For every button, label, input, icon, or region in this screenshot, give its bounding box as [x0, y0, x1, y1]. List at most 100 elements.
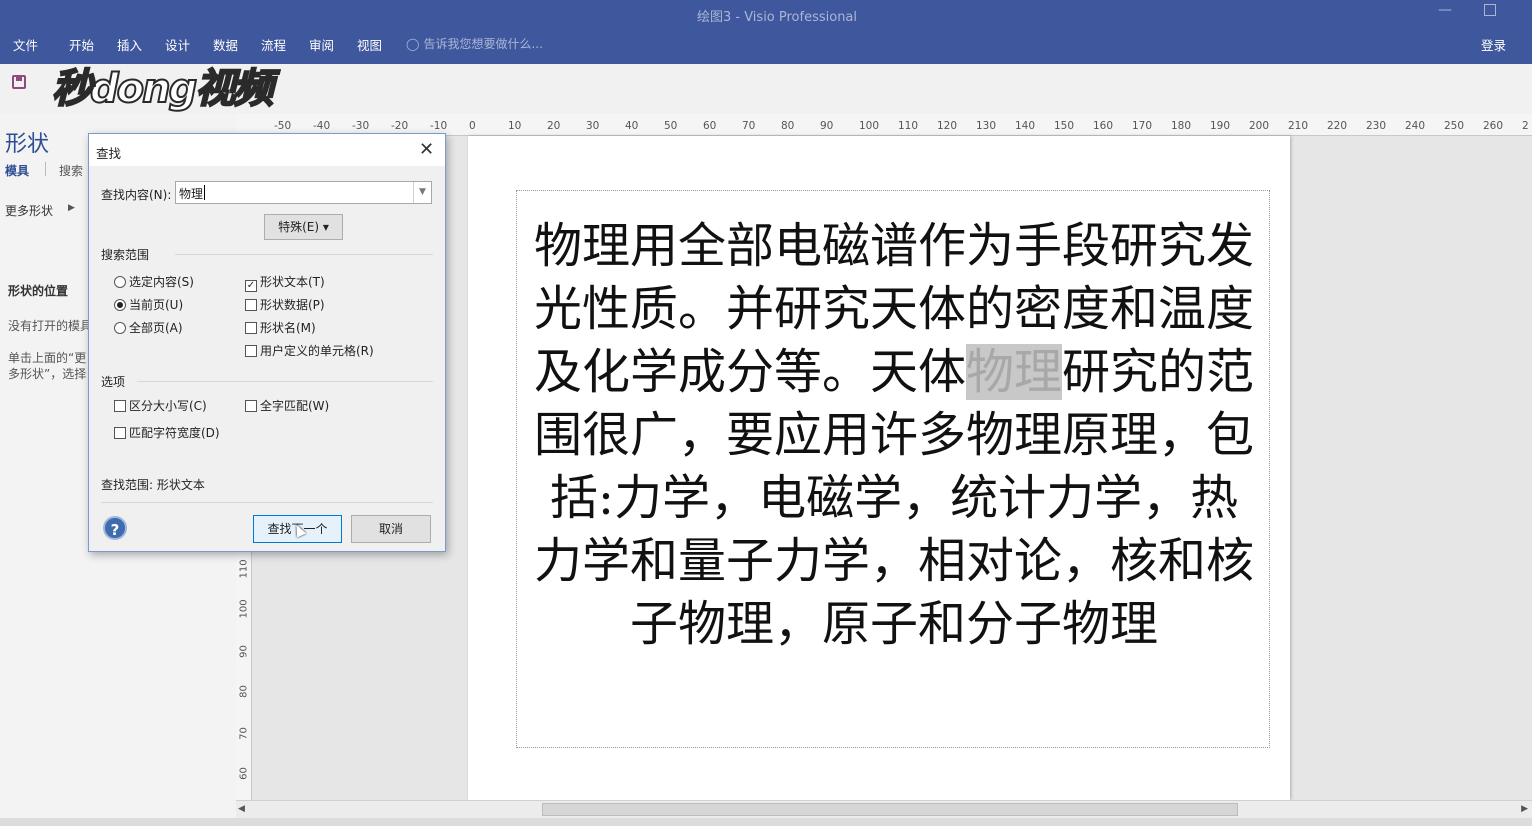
shape-text-checkbox[interactable]: ✓ 形状文本(T)	[245, 273, 325, 292]
checkbox-icon	[245, 400, 257, 412]
find-what-label: 查找内容(N):	[101, 188, 172, 202]
checkbox-label: 区分大小写(C)	[129, 399, 207, 413]
status-bar	[0, 818, 1532, 826]
ruler-label: -50	[274, 120, 292, 132]
ruler-label: 210	[1288, 120, 1309, 132]
radio-selected-icon	[114, 299, 126, 311]
scope-current-page-radio[interactable]: 当前页(U)	[114, 296, 183, 313]
section-divider	[101, 502, 433, 503]
ruler-label: 160	[1093, 120, 1114, 132]
scrollbar-thumb[interactable]	[542, 803, 1238, 816]
shape-text[interactable]: 物理用全部电磁谱作为手段研究发光性质。并研究天体的密度和温度及化学成分等。天体物…	[531, 215, 1257, 656]
close-icon[interactable]: ✕	[419, 139, 434, 160]
ruler-label: -30	[352, 120, 370, 132]
ruler-label: 70	[238, 727, 250, 740]
find-dialog: 查找 ✕ 查找内容(N): 物理 ▼ 特殊(E) ▾ 搜索范围 选定内容(S) …	[88, 133, 446, 552]
ruler-label: 60	[238, 767, 250, 780]
ruler-label: 70	[742, 120, 756, 132]
ruler-label: 110	[898, 120, 919, 132]
save-icon[interactable]	[12, 75, 26, 89]
ruler-label: 120	[937, 120, 958, 132]
ruler-label: 170	[1132, 120, 1153, 132]
match-case-checkbox[interactable]: 区分大小写(C)	[114, 397, 207, 414]
checkbox-label: 形状数据(P)	[260, 298, 325, 312]
ruler-label: 190	[1210, 120, 1231, 132]
radio-icon	[114, 322, 126, 334]
shapes-location-header: 形状的位置	[8, 284, 69, 298]
login-link[interactable]: 登录	[1481, 35, 1506, 54]
ruler-label: 60	[703, 120, 717, 132]
ruler-label: 140	[1015, 120, 1036, 132]
help-icon[interactable]: ?	[103, 516, 127, 540]
checkbox-label: 匹配字符宽度(D)	[129, 426, 220, 440]
checkbox-label: 全字匹配(W)	[260, 399, 330, 413]
chevron-right-icon: ▶	[68, 203, 75, 213]
ruler-label: 100	[238, 599, 250, 619]
tab-home[interactable]: 开始	[69, 35, 94, 54]
watermark-logo: 秒dong视频	[51, 65, 274, 113]
checkbox-label: 形状文本(T)	[260, 275, 325, 289]
chevron-down-icon[interactable]: ▼	[413, 182, 431, 203]
ruler-label: 50	[664, 120, 678, 132]
ruler-label: 220	[1327, 120, 1348, 132]
drawing-page[interactable]: 物理用全部电磁谱作为手段研究发光性质。并研究天体的密度和温度及化学成分等。天体物…	[468, 136, 1290, 800]
ruler-label: -10	[430, 120, 448, 132]
text-caret	[204, 185, 205, 200]
ruler-label: -20	[391, 120, 409, 132]
ruler-label: 100	[859, 120, 880, 132]
tab-insert[interactable]: 插入	[117, 35, 142, 54]
more-shapes-menu[interactable]: 更多形状	[5, 202, 53, 219]
scroll-left-icon[interactable]: ◀	[238, 804, 245, 814]
stencil-hint-text: 单击上面的“更多形状”，选择一个类别并打开模具	[8, 351, 87, 381]
search-scope-summary: 查找范围: 形状文本	[101, 478, 205, 492]
restore-button[interactable]	[1484, 4, 1496, 16]
tab-divider	[45, 162, 46, 176]
checkbox-icon	[245, 322, 257, 334]
scope-all-pages-radio[interactable]: 全部页(A)	[114, 319, 183, 336]
special-button[interactable]: 特殊(E) ▾	[264, 214, 343, 240]
radio-label: 全部页(A)	[129, 321, 183, 335]
ruler-label: 90	[820, 120, 834, 132]
shapes-pane-title: 形状	[5, 132, 50, 157]
scope-selection-radio[interactable]: 选定内容(S)	[114, 273, 194, 290]
cancel-button[interactable]: 取消	[351, 515, 431, 543]
ruler-label: 20	[547, 120, 561, 132]
scroll-right-icon[interactable]: ▶	[1521, 804, 1528, 814]
ruler-label: 240	[1405, 120, 1426, 132]
title-bar: 绘图3 - Visio Professional — 文件 开始 插入 设计 数…	[0, 0, 1532, 64]
match-width-checkbox[interactable]: 匹配字符宽度(D)	[114, 424, 220, 441]
tab-file[interactable]: 文件	[13, 35, 38, 54]
checkbox-label: 用户定义的单元格(R)	[260, 344, 374, 358]
ruler-label: 180	[1171, 120, 1192, 132]
window-title: 绘图3 - Visio Professional	[696, 10, 858, 25]
tell-me-box[interactable]: ◯ 告诉我您想要做什么...	[406, 35, 543, 52]
checkmark-icon: ✓	[245, 280, 257, 292]
ruler-label: 130	[976, 120, 997, 132]
tab-data[interactable]: 数据	[213, 35, 238, 54]
horizontal-scrollbar[interactable]: ◀ ▶	[236, 800, 1532, 818]
section-divider	[137, 381, 433, 382]
find-what-input[interactable]: 物理 ▼	[175, 181, 432, 204]
tab-stencils[interactable]: 模具	[5, 162, 29, 179]
user-cells-checkbox[interactable]: 用户定义的单元格(R)	[245, 342, 374, 359]
dialog-title: 查找	[96, 146, 122, 161]
tab-review[interactable]: 审阅	[309, 35, 334, 54]
shape-data-checkbox[interactable]: 形状数据(P)	[245, 296, 325, 313]
ruler-label: 250	[1444, 120, 1465, 132]
tell-me-text: 告诉我您想要做什么...	[423, 37, 543, 51]
text-shape[interactable]: 物理用全部电磁谱作为手段研究发光性质。并研究天体的密度和温度及化学成分等。天体物…	[516, 190, 1270, 748]
options-label: 选项	[101, 375, 126, 389]
ruler-label: 200	[1249, 120, 1270, 132]
tab-process[interactable]: 流程	[261, 35, 286, 54]
shape-name-checkbox[interactable]: 形状名(M)	[245, 319, 316, 336]
find-what-value: 物理	[179, 187, 204, 201]
ruler-label: -40	[313, 120, 331, 132]
tab-search[interactable]: 搜索	[59, 162, 83, 179]
tab-design[interactable]: 设计	[165, 35, 190, 54]
radio-icon	[114, 276, 126, 288]
minimize-button[interactable]: —	[1438, 2, 1452, 22]
whole-word-checkbox[interactable]: 全字匹配(W)	[245, 397, 329, 414]
ruler-label: 260	[1483, 120, 1504, 132]
ruler-label: 30	[586, 120, 600, 132]
tab-view[interactable]: 视图	[357, 35, 382, 54]
